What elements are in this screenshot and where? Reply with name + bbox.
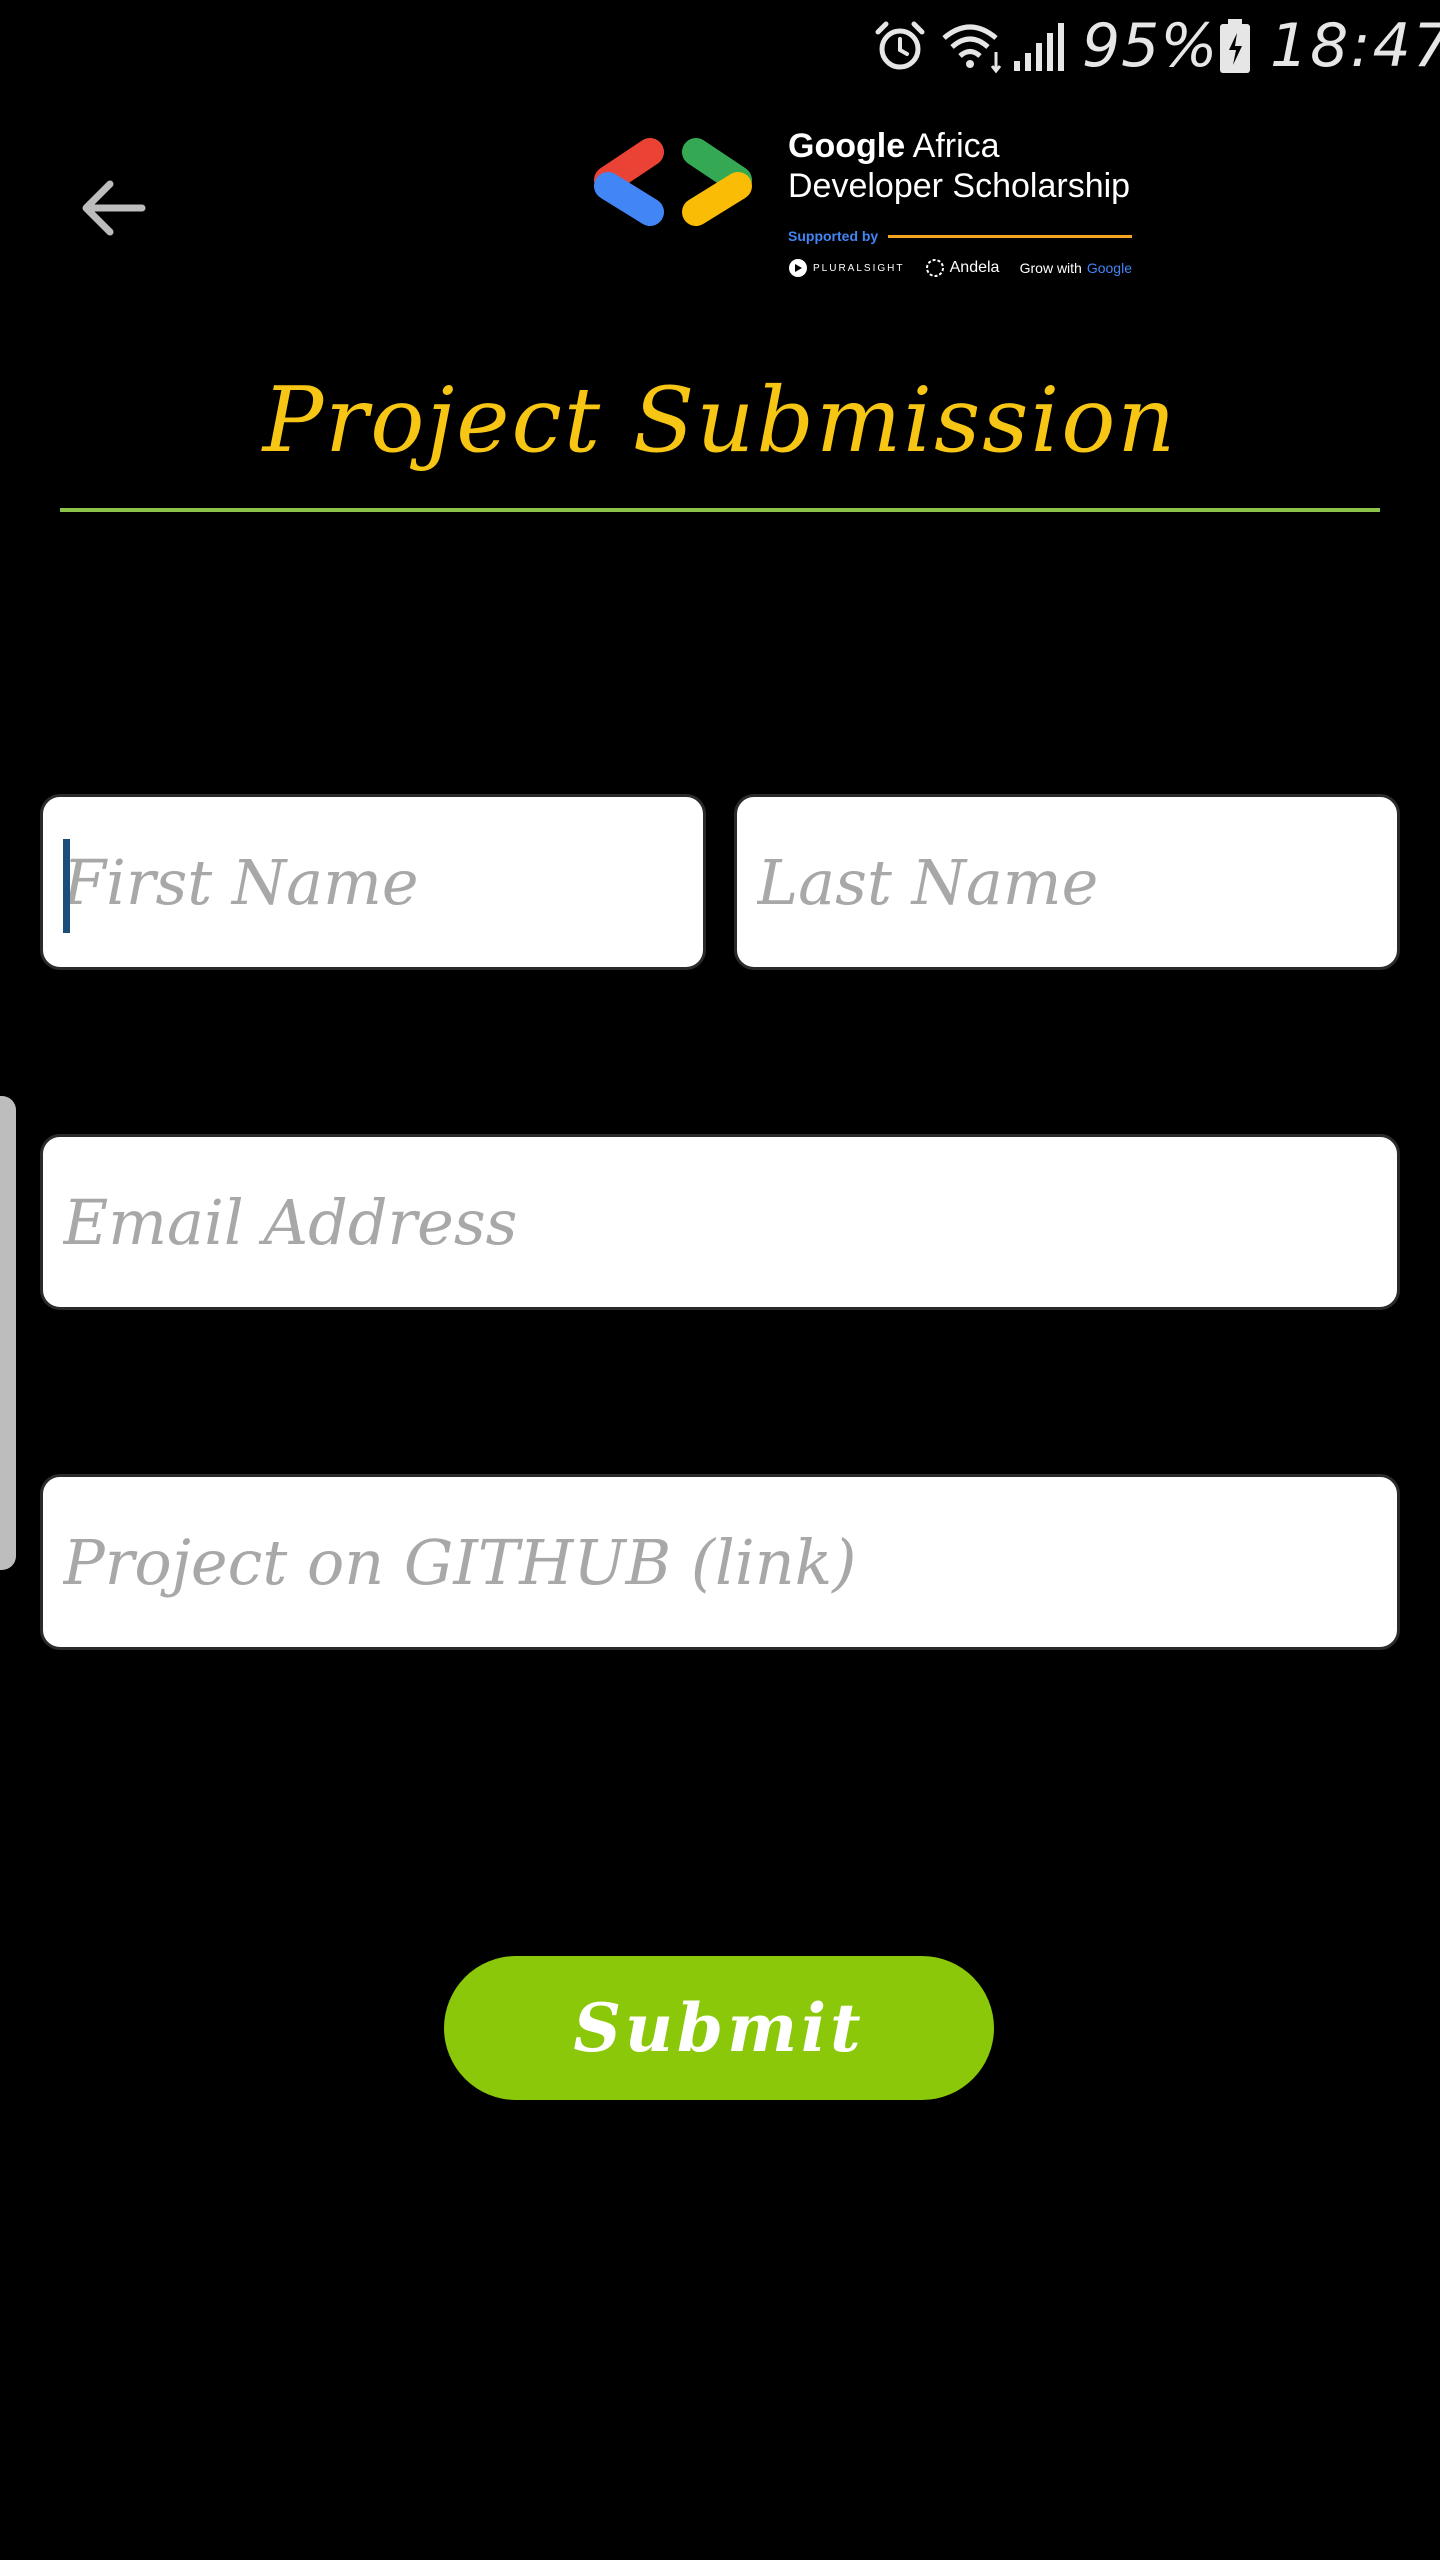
email-input[interactable] [61,1184,1397,1260]
grow-with-label: Grow with [1019,260,1082,276]
github-link-field[interactable] [40,1474,1400,1650]
page-title: Project Submission [262,368,1178,473]
battery-icon [1218,14,1254,78]
signal-icon [1012,14,1068,78]
email-field[interactable] [40,1134,1400,1310]
github-link-input[interactable] [61,1524,1397,1600]
edge-panel-handle[interactable] [0,1096,16,1570]
back-button[interactable] [72,168,152,248]
andela-icon [925,259,944,277]
last-name-field[interactable] [734,794,1400,970]
scholarship-logo: Google Africa Developer Scholarship Supp… [588,126,1148,286]
wifi-icon [940,14,1010,78]
battery-percent: 95% [1082,11,1219,81]
supported-by-label: Supported by [788,228,879,244]
text-cursor [63,839,70,933]
andela-logo: Andela [925,258,1000,278]
arrow-left-icon [82,180,146,236]
clock: 18:47 [1270,11,1440,81]
developers-brackets-icon [594,138,752,226]
first-name-field[interactable] [40,794,706,970]
grow-with-google-logo: Grow with Google [1020,260,1132,276]
pluralsight-logo: PLURALSIGHT [788,258,904,278]
grow-google-label: Google [1086,260,1132,276]
submit-button[interactable]: Submit [444,1956,994,2100]
alarm-icon [872,14,932,78]
supported-by-rule [888,234,1132,238]
logo-line1: Africa [905,127,1000,165]
status-bar: 95% 18:47 [0,0,1440,96]
pluralsight-label: PLURALSIGHT [813,262,905,274]
andela-label: Andela [949,259,1000,276]
last-name-input[interactable] [755,844,1397,920]
pluralsight-icon [789,259,807,277]
partner-logos: PLURALSIGHT Andela Grow with Google [788,254,1132,282]
logo-brand: Google [788,127,906,165]
supported-by: Supported by [788,226,1132,246]
title-divider [60,508,1380,512]
logo-line2: Developer Scholarship [788,167,1131,205]
first-name-input[interactable] [61,844,703,920]
